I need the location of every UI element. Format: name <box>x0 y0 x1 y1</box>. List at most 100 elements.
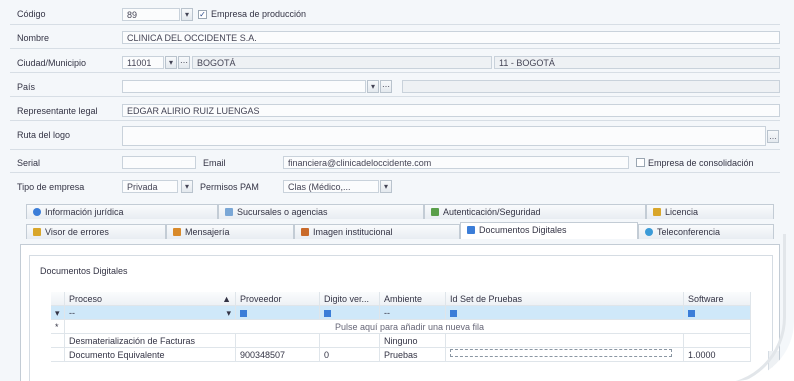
ciudad-search-button[interactable]: ⋯ <box>178 56 190 69</box>
filter-icon <box>324 310 331 317</box>
tipo-empresa-label: Tipo de empresa <box>17 182 85 192</box>
filter-text: -- <box>69 308 75 318</box>
tipo-empresa-dropdown-button[interactable]: ▾ <box>181 180 193 193</box>
representante-label: Representante legal <box>17 106 98 116</box>
table-cell[interactable]: Pruebas <box>380 348 446 362</box>
filter-icon <box>688 310 695 317</box>
empresa-produccion-checkbox[interactable]: ✓ <box>198 10 207 19</box>
table-cell[interactable] <box>684 334 751 348</box>
filter-row-indicator: ▾ <box>51 306 65 320</box>
email-input[interactable]: financiera@clinicadeloccidente.com <box>283 156 629 169</box>
ciudad-dropdown-button[interactable]: ▾ <box>165 56 177 69</box>
tab-imagen-institucional[interactable]: Imagen institucional <box>294 224 460 239</box>
column-header-proveedor[interactable]: Proveedor <box>236 292 320 306</box>
messaging-icon <box>173 228 181 236</box>
ciudad-code-input[interactable]: 11001 <box>122 56 164 69</box>
table-cell[interactable]: 900348507 <box>236 348 320 362</box>
ruta-logo-input[interactable] <box>122 126 766 146</box>
divider <box>10 24 780 25</box>
pais-dropdown-button[interactable]: ▾ <box>367 80 379 93</box>
filter-proveedor[interactable] <box>236 306 320 320</box>
tab-autenticacion[interactable]: Autenticación/Seguridad <box>424 204 646 219</box>
sort-ascending-icon: ▲ <box>222 294 231 304</box>
documents-icon <box>467 226 475 234</box>
filter-digito[interactable] <box>320 306 380 320</box>
table-cell[interactable]: Desmaterialización de Facturas <box>65 334 236 348</box>
tab-mensajeria[interactable]: Mensajería <box>166 224 294 239</box>
codigo-dropdown-button[interactable]: ▾ <box>181 8 193 21</box>
header-text: Proceso <box>69 294 103 304</box>
tab-label: Imagen institucional <box>313 227 393 237</box>
tab-informacion-juridica[interactable]: Información jurídica <box>26 204 218 219</box>
tab-label: Mensajería <box>185 227 230 237</box>
filter-icon <box>450 310 457 317</box>
group-title: Documentos Digitales <box>40 266 128 276</box>
error-viewer-icon <box>33 228 41 236</box>
table-cell[interactable]: Ninguno <box>380 334 446 348</box>
tab-documentos-digitales[interactable]: Documentos Digitales <box>460 222 638 239</box>
table-cell[interactable]: 0 <box>320 348 380 362</box>
tab-label: Sucursales o agencias <box>237 207 328 217</box>
ruta-logo-browse-button[interactable]: … <box>767 130 779 143</box>
column-header-software[interactable]: Software <box>684 292 751 306</box>
ruta-logo-label: Ruta del logo <box>17 130 71 140</box>
ciudad-name-field: BOGOTÁ <box>192 56 492 69</box>
tab-visor-errores[interactable]: Visor de errores <box>26 224 166 239</box>
tab-label: Teleconferencia <box>657 227 721 237</box>
divider <box>10 149 780 150</box>
pais-input[interactable] <box>122 80 366 93</box>
serial-label: Serial <box>17 158 41 168</box>
filter-proceso[interactable]: -- ▾ <box>65 306 236 320</box>
license-icon <box>653 208 661 216</box>
codigo-input[interactable]: 89 <box>122 8 180 21</box>
permisos-dropdown-button[interactable]: ▾ <box>380 180 392 193</box>
empresa-consolidacion-checkbox[interactable] <box>636 158 645 167</box>
column-header-proceso[interactable]: Proceso ▲ <box>65 292 236 306</box>
divider <box>10 72 780 73</box>
column-header-id-set[interactable]: Id Set de Pruebas <box>446 292 684 306</box>
representante-input[interactable]: EDGAR ALIRIO RUIZ LUENGAS <box>122 104 780 117</box>
new-row-indicator: * <box>51 320 65 334</box>
empresa-produccion-label: Empresa de producción <box>211 9 307 19</box>
nombre-label: Nombre <box>17 33 50 43</box>
nombre-input[interactable]: CLINICA DEL OCCIDENTE S.A. <box>122 31 780 44</box>
divider <box>10 120 780 121</box>
table-cell[interactable]: 1.0000 <box>684 348 751 362</box>
serial-input[interactable] <box>122 156 196 169</box>
tab-licencia[interactable]: Licencia <box>646 204 774 219</box>
table-cell[interactable] <box>236 334 320 348</box>
divider <box>10 172 780 173</box>
tipo-empresa-select[interactable]: Privada <box>122 180 178 193</box>
codigo-label: Código <box>17 9 46 19</box>
filter-ambiente[interactable]: -- <box>380 306 446 320</box>
empresa-consolidacion-label: Empresa de consolidación <box>648 158 754 168</box>
tab-teleconferencia[interactable]: Teleconferencia <box>638 224 774 239</box>
tab-sucursales[interactable]: Sucursales o agencias <box>218 204 424 219</box>
email-label: Email <box>203 158 226 168</box>
pais-name-field <box>402 80 780 93</box>
filter-id-set[interactable] <box>446 306 684 320</box>
table-cell[interactable]: Documento Equivalente <box>65 348 236 362</box>
column-header-ambiente[interactable]: Ambiente <box>380 292 446 306</box>
row-indicator <box>51 334 65 348</box>
tab-label: Información jurídica <box>45 207 124 217</box>
ciudad-label: Ciudad/Municipio <box>17 58 87 68</box>
tab-label: Documentos Digitales <box>479 225 567 235</box>
tab-label: Autenticación/Seguridad <box>443 207 541 217</box>
divider <box>10 48 780 49</box>
permisos-select[interactable]: Clas (Médico,... <box>283 180 379 193</box>
ciudad-full-field: 11 - BOGOTÁ <box>494 56 780 69</box>
table-cell[interactable] <box>446 334 684 348</box>
tab-label: Licencia <box>665 207 699 217</box>
new-row-hint[interactable]: Pulse aquí para añadir una nueva fila <box>65 320 751 334</box>
table-cell[interactable] <box>446 348 684 362</box>
filter-software[interactable] <box>684 306 751 320</box>
pais-search-button[interactable]: ⋯ <box>380 80 392 93</box>
security-icon <box>431 208 439 216</box>
column-header-digito[interactable]: Digito ver... <box>320 292 380 306</box>
branches-icon <box>225 208 233 216</box>
row-indicator <box>51 348 65 362</box>
image-icon <box>301 228 309 236</box>
grid-scrollbar[interactable] <box>768 351 779 381</box>
table-cell[interactable] <box>320 334 380 348</box>
